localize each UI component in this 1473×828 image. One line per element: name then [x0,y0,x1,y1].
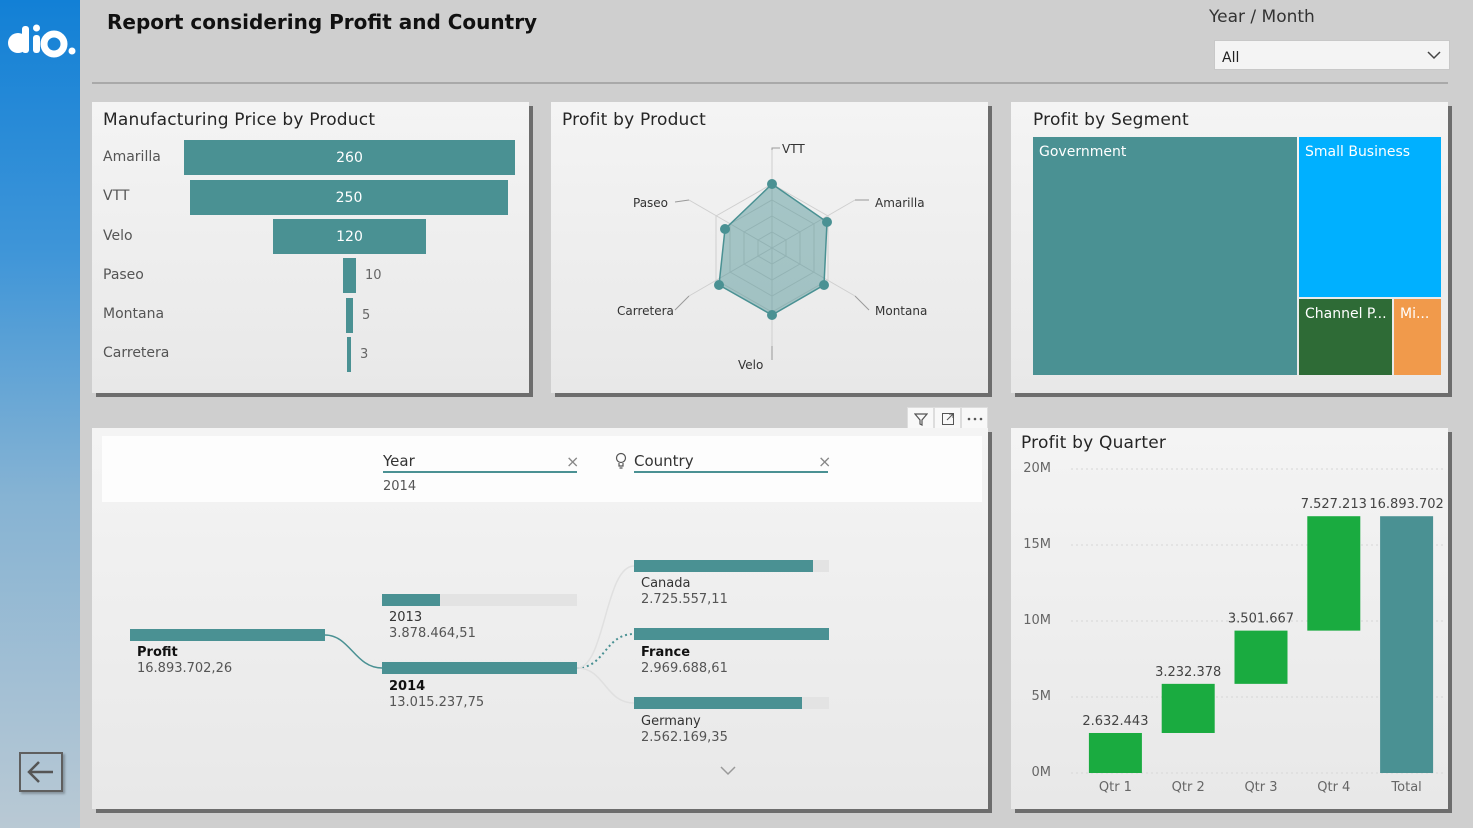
decomp-node-value: 16.893.702,26 [137,661,233,676]
data-label: 3.232.378 [1155,665,1221,680]
decomp-node-country[interactable] [634,628,829,640]
decomp-node-label: Germany [641,714,701,729]
waterfall-bar[interactable] [1234,630,1288,684]
decomp-node-value: 2.725.557,11 [641,592,728,607]
profit-by-quarter-card[interactable]: Profit by Quarter 20M 15M 10M 5M 0M 2.63… [1011,428,1448,809]
decomp-node-label: Profit [137,645,178,660]
x-axis-tick: Qtr 3 [1244,780,1277,795]
decomp-node-label: Canada [641,576,691,591]
chevron-down-icon[interactable] [719,765,737,777]
decomp-node-value: 2.562.169,35 [641,730,728,745]
waterfall-bar[interactable] [1088,732,1142,773]
waterfall-chart: 2.632.443 Qtr 1 3.232.378 Qtr 2 3.501.667 Qtr… [1071,468,1444,795]
decomp-node-year[interactable] [382,594,440,606]
decomp-node-country[interactable] [634,560,813,572]
x-axis-tick: Qtr 1 [1099,780,1132,795]
decomp-node-label: France [641,645,691,660]
data-label: 3.501.667 [1228,612,1294,627]
decomp-node-label: 2014 [389,679,426,694]
data-label: 2.632.443 [1082,714,1148,729]
decomp-node-root[interactable] [130,629,325,641]
x-axis-tick: Total [1390,780,1421,795]
decomp-node-value: 13.015.237,75 [389,695,485,710]
data-label: 16.893.702 [1369,497,1443,512]
waterfall-bar[interactable] [1380,516,1434,773]
x-axis-tick: Qtr 2 [1172,780,1205,795]
waterfall-bar[interactable] [1307,516,1361,631]
data-label: 7.527.213 [1301,497,1367,512]
waterfall-bar[interactable] [1161,683,1215,733]
decomp-node-country[interactable] [634,697,802,709]
decomp-node-value: 3.878.464,51 [389,626,476,641]
decomp-node-value: 2.969.688,61 [641,661,728,676]
decomp-node-year[interactable] [382,662,577,674]
x-axis-tick: Qtr 4 [1317,780,1350,795]
decomp-node-label: 2013 [389,610,423,625]
